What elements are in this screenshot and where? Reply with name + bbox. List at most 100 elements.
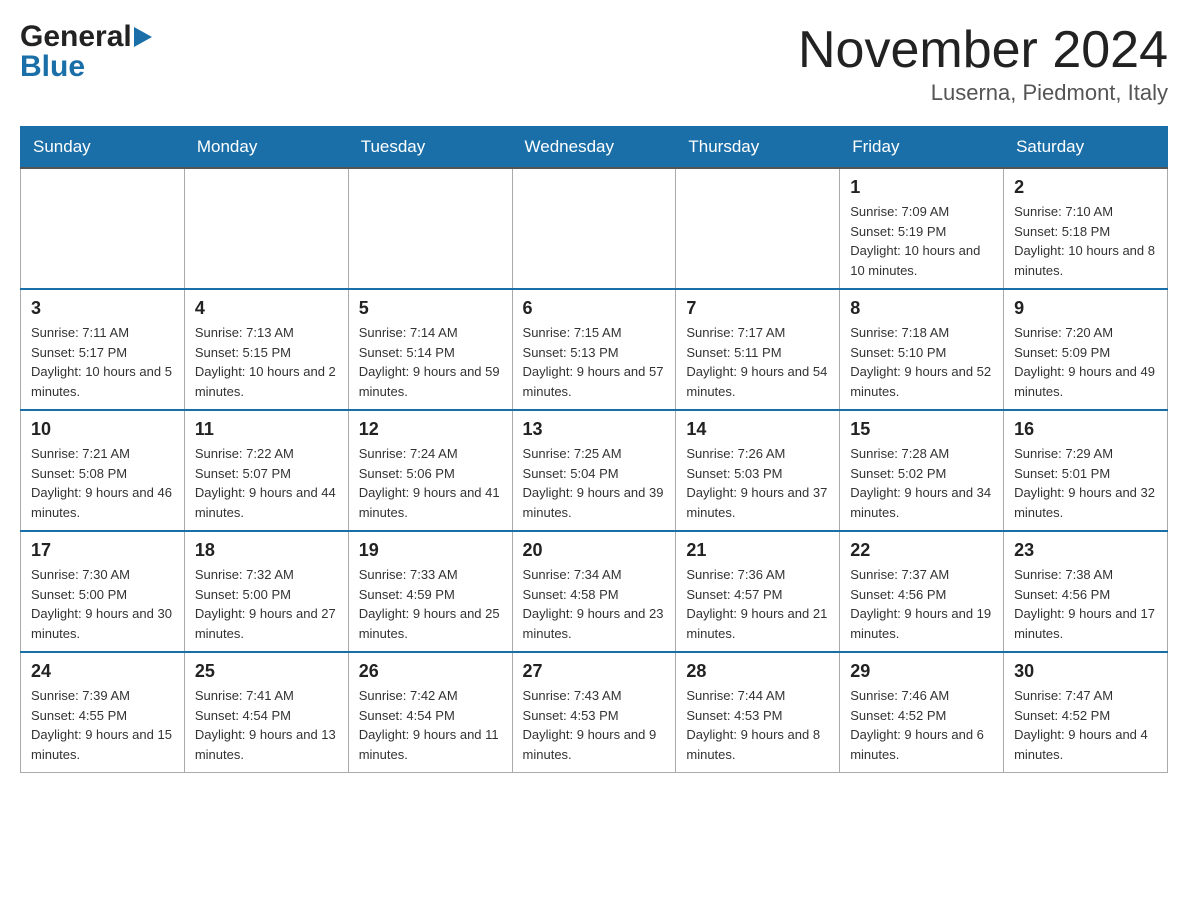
calendar-table: Sunday Monday Tuesday Wednesday Thursday… <box>20 126 1168 773</box>
table-row: 29Sunrise: 7:46 AMSunset: 4:52 PMDayligh… <box>840 652 1004 773</box>
table-row <box>21 168 185 289</box>
day-info: Sunrise: 7:13 AMSunset: 5:15 PMDaylight:… <box>195 323 338 401</box>
col-friday: Friday <box>840 127 1004 169</box>
table-row: 22 Sunrise: 7:37 AMSunset: 4:56 PMDayligh… <box>840 531 1004 652</box>
day-info: Sunrise: 7:29 AMSunset: 5:01 PMDaylight:… <box>1014 444 1157 522</box>
title-block: November 2024 Luserna, Piedmont, Italy <box>798 20 1168 106</box>
table-row: 24 Sunrise: 7:39 AMSunset: 4:55 PMDayligh… <box>21 652 185 773</box>
day-number: 11 <box>195 419 338 440</box>
day-number: 22 <box>850 540 993 561</box>
calendar-body: 1 Sunrise: 7:09 AMSunset: 5:19 PMDaylight… <box>21 168 1168 773</box>
day-number: 8 <box>850 298 993 319</box>
day-number: 13 <box>523 419 666 440</box>
table-row <box>184 168 348 289</box>
day-info: Sunrise: 7:32 AMSunset: 5:00 PMDaylight:… <box>195 565 338 643</box>
table-row: 9 Sunrise: 7:20 AMSunset: 5:09 PMDaylight… <box>1004 289 1168 410</box>
day-number: 18 <box>195 540 338 561</box>
table-row: 14 Sunrise: 7:26 AMSunset: 5:03 PMDayligh… <box>676 410 840 531</box>
table-row: 25Sunrise: 7:41 AMSunset: 4:54 PMDayligh… <box>184 652 348 773</box>
calendar-subtitle: Luserna, Piedmont, Italy <box>798 80 1168 106</box>
table-row: 10Sunrise: 7:21 AMSunset: 5:08 PMDayligh… <box>21 410 185 531</box>
table-row: 8 Sunrise: 7:18 AMSunset: 5:10 PMDaylight… <box>840 289 1004 410</box>
day-number: 14 <box>686 419 829 440</box>
table-row: 28 Sunrise: 7:44 AMSunset: 4:53 PMDayligh… <box>676 652 840 773</box>
day-info: Sunrise: 7:47 AMSunset: 4:52 PMDaylight:… <box>1014 686 1157 764</box>
col-tuesday: Tuesday <box>348 127 512 169</box>
day-info: Sunrise: 7:37 AMSunset: 4:56 PMDaylight:… <box>850 565 993 643</box>
day-number: 4 <box>195 298 338 319</box>
day-info: Sunrise: 7:22 AMSunset: 5:07 PMDaylight:… <box>195 444 338 522</box>
day-number: 12 <box>359 419 502 440</box>
table-row <box>676 168 840 289</box>
calendar-week-row: 10Sunrise: 7:21 AMSunset: 5:08 PMDayligh… <box>21 410 1168 531</box>
table-row: 21 Sunrise: 7:36 AMSunset: 4:57 PMDayligh… <box>676 531 840 652</box>
day-number: 17 <box>31 540 174 561</box>
table-row: 2Sunrise: 7:10 AMSunset: 5:18 PMDaylight… <box>1004 168 1168 289</box>
table-row: 23Sunrise: 7:38 AMSunset: 4:56 PMDayligh… <box>1004 531 1168 652</box>
calendar-week-row: 1 Sunrise: 7:09 AMSunset: 5:19 PMDaylight… <box>21 168 1168 289</box>
day-number: 30 <box>1014 661 1157 682</box>
day-info: Sunrise: 7:18 AMSunset: 5:10 PMDaylight:… <box>850 323 993 401</box>
day-number: 26 <box>359 661 502 682</box>
day-info: Sunrise: 7:43 AMSunset: 4:53 PMDaylight:… <box>523 686 666 764</box>
calendar-header-row: Sunday Monday Tuesday Wednesday Thursday… <box>21 127 1168 169</box>
table-row: 11 Sunrise: 7:22 AMSunset: 5:07 PMDayligh… <box>184 410 348 531</box>
table-row: 3 Sunrise: 7:11 AMSunset: 5:17 PMDaylight… <box>21 289 185 410</box>
day-number: 24 <box>31 661 174 682</box>
day-info: Sunrise: 7:24 AMSunset: 5:06 PMDaylight:… <box>359 444 502 522</box>
day-number: 3 <box>31 298 174 319</box>
day-info: Sunrise: 7:21 AMSunset: 5:08 PMDaylight:… <box>31 444 174 522</box>
day-info: Sunrise: 7:36 AMSunset: 4:57 PMDaylight:… <box>686 565 829 643</box>
table-row: 20Sunrise: 7:34 AMSunset: 4:58 PMDayligh… <box>512 531 676 652</box>
day-info: Sunrise: 7:20 AMSunset: 5:09 PMDaylight:… <box>1014 323 1157 401</box>
day-number: 15 <box>850 419 993 440</box>
day-info: Sunrise: 7:39 AMSunset: 4:55 PMDaylight:… <box>31 686 174 764</box>
table-row <box>512 168 676 289</box>
day-number: 7 <box>686 298 829 319</box>
logo-blue-text: Blue <box>20 50 85 84</box>
table-row: 30 Sunrise: 7:47 AMSunset: 4:52 PMDayligh… <box>1004 652 1168 773</box>
day-info: Sunrise: 7:17 AMSunset: 5:11 PMDaylight:… <box>686 323 829 401</box>
day-info: Sunrise: 7:26 AMSunset: 5:03 PMDaylight:… <box>686 444 829 522</box>
day-number: 5 <box>359 298 502 319</box>
day-info: Sunrise: 7:44 AMSunset: 4:53 PMDaylight:… <box>686 686 829 764</box>
logo: General Blue <box>20 20 152 84</box>
day-info: Sunrise: 7:30 AMSunset: 5:00 PMDaylight:… <box>31 565 174 643</box>
day-info: Sunrise: 7:33 AMSunset: 4:59 PMDaylight:… <box>359 565 502 643</box>
day-info: Sunrise: 7:09 AMSunset: 5:19 PMDaylight:… <box>850 202 993 280</box>
col-monday: Monday <box>184 127 348 169</box>
table-row: 19 Sunrise: 7:33 AMSunset: 4:59 PMDayligh… <box>348 531 512 652</box>
day-number: 28 <box>686 661 829 682</box>
day-info: Sunrise: 7:11 AMSunset: 5:17 PMDaylight:… <box>31 323 174 401</box>
day-number: 21 <box>686 540 829 561</box>
day-number: 16 <box>1014 419 1157 440</box>
table-row: 18 Sunrise: 7:32 AMSunset: 5:00 PMDayligh… <box>184 531 348 652</box>
day-info: Sunrise: 7:10 AMSunset: 5:18 PMDaylight:… <box>1014 202 1157 280</box>
table-row: 13Sunrise: 7:25 AMSunset: 5:04 PMDayligh… <box>512 410 676 531</box>
table-row: 4 Sunrise: 7:13 AMSunset: 5:15 PMDaylight… <box>184 289 348 410</box>
day-number: 9 <box>1014 298 1157 319</box>
table-row <box>348 168 512 289</box>
day-number: 19 <box>359 540 502 561</box>
day-info: Sunrise: 7:42 AMSunset: 4:54 PMDaylight:… <box>359 686 502 764</box>
table-row: 1 Sunrise: 7:09 AMSunset: 5:19 PMDaylight… <box>840 168 1004 289</box>
table-row: 16 Sunrise: 7:29 AMSunset: 5:01 PMDayligh… <box>1004 410 1168 531</box>
day-info: Sunrise: 7:15 AMSunset: 5:13 PMDaylight:… <box>523 323 666 401</box>
page-header: General Blue November 2024 Luserna, Pied… <box>20 20 1168 106</box>
day-number: 23 <box>1014 540 1157 561</box>
table-row: 26 Sunrise: 7:42 AMSunset: 4:54 PMDayligh… <box>348 652 512 773</box>
day-number: 1 <box>850 177 993 198</box>
col-wednesday: Wednesday <box>512 127 676 169</box>
day-number: 29 <box>850 661 993 682</box>
table-row: 17 Sunrise: 7:30 AMSunset: 5:00 PMDayligh… <box>21 531 185 652</box>
day-number: 27 <box>523 661 666 682</box>
table-row: 15Sunrise: 7:28 AMSunset: 5:02 PMDayligh… <box>840 410 1004 531</box>
calendar-week-row: 17 Sunrise: 7:30 AMSunset: 5:00 PMDayligh… <box>21 531 1168 652</box>
logo-arrow-icon <box>134 27 152 47</box>
table-row: 27 Sunrise: 7:43 AMSunset: 4:53 PMDayligh… <box>512 652 676 773</box>
table-row: 7 Sunrise: 7:17 AMSunset: 5:11 PMDaylight… <box>676 289 840 410</box>
table-row: 5Sunrise: 7:14 AMSunset: 5:14 PMDaylight… <box>348 289 512 410</box>
calendar-week-row: 24 Sunrise: 7:39 AMSunset: 4:55 PMDayligh… <box>21 652 1168 773</box>
day-number: 25 <box>195 661 338 682</box>
calendar-week-row: 3 Sunrise: 7:11 AMSunset: 5:17 PMDaylight… <box>21 289 1168 410</box>
